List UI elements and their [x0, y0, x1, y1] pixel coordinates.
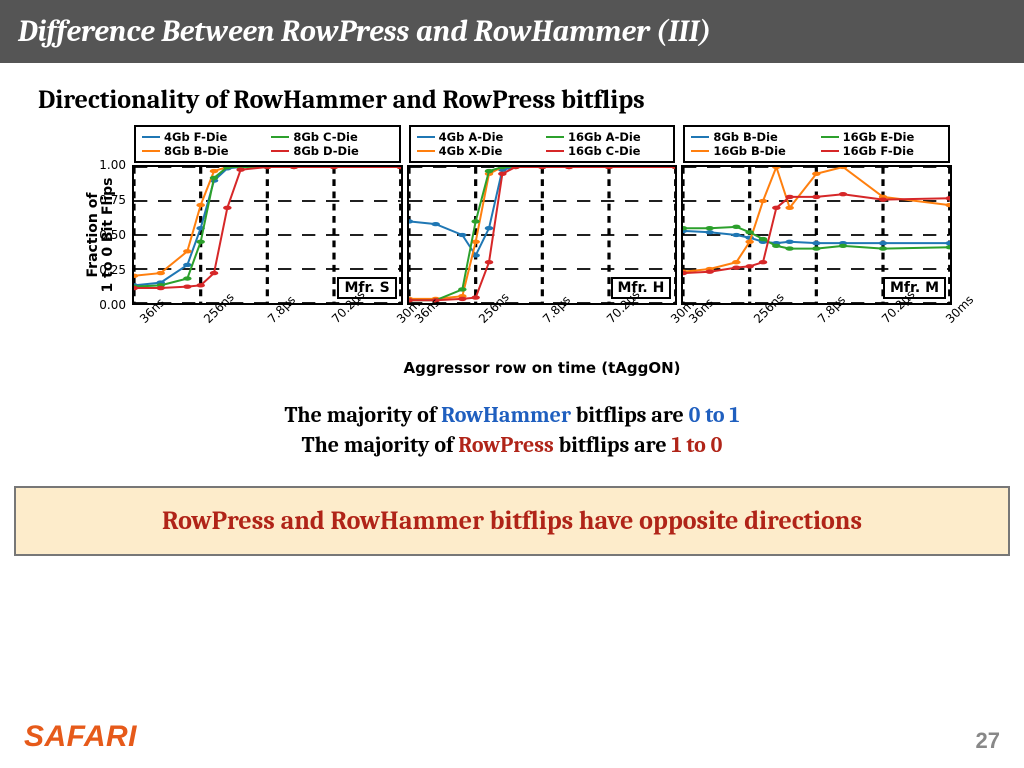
caption-rowhammer: RowHammer: [441, 402, 571, 428]
slide-subtitle: Directionality of RowHammer and RowPress…: [38, 85, 1024, 115]
plot-area: Mfr. M: [681, 165, 952, 305]
legend: 4Gb A-Die 16Gb A-Die 4Gb X-Die 16Gb C-Die: [409, 125, 676, 163]
legend-item: 4Gb X-Die: [417, 144, 538, 158]
x-ticks: 36ns256ns7.8µs70.2µs30ms: [683, 309, 950, 355]
legend-item: 4Gb F-Die: [142, 130, 263, 144]
x-ticks: 36ns256ns7.8µs70.2µs30ms: [409, 309, 676, 355]
caption-1to0: 1 to 0: [671, 432, 722, 458]
page-number: 27: [976, 728, 1000, 754]
chart-panel: 4Gb A-Die 16Gb A-Die 4Gb X-Die 16Gb C-Die Mf…: [407, 125, 678, 355]
legend-item: 16Gb A-Die: [546, 130, 667, 144]
legend-item: 16Gb C-Die: [546, 144, 667, 158]
caption-text: The majority of: [302, 432, 459, 458]
chart-panel: 8Gb B-Die 16Gb E-Die 16Gb B-Die 16Gb F-Die M…: [681, 125, 952, 355]
mfr-label: Mfr. S: [337, 277, 396, 299]
legend-item: 8Gb B-Die: [691, 130, 812, 144]
legend: 8Gb B-Die 16Gb E-Die 16Gb B-Die 16Gb F-Die: [683, 125, 950, 163]
charts-row: Fraction of1 to 0 Bit Flips 0.000.250.50…: [62, 125, 962, 377]
legend-item: 8Gb D-Die: [271, 144, 392, 158]
caption-text: bitflips are: [571, 402, 689, 428]
highlight-box: RowPress and RowHammer bitflips have opp…: [14, 486, 1010, 556]
legend: 4Gb F-Die 8Gb C-Die 8Gb B-Die 8Gb D-Die: [134, 125, 401, 163]
legend-item: 16Gb E-Die: [821, 130, 942, 144]
x-axis-label: Aggressor row on time (tAggON): [132, 359, 952, 377]
legend-item: 8Gb B-Die: [142, 144, 263, 158]
slide-title: Difference Between RowPress and RowHamme…: [0, 0, 1024, 63]
caption-text: bitflips are: [554, 432, 672, 458]
caption-text: The majority of: [285, 402, 442, 428]
legend-item: 4Gb A-Die: [417, 130, 538, 144]
x-ticks: 36ns256ns7.8µs70.2µs30ms: [134, 309, 401, 355]
caption-rowpress: RowPress: [458, 432, 554, 458]
safari-logo: SAFARI: [24, 720, 137, 754]
plot-area: Mfr. H: [407, 165, 678, 305]
caption-0to1: 0 to 1: [689, 402, 740, 428]
caption: The majority of RowHammer bitflips are 0…: [0, 401, 1024, 460]
legend-item: 16Gb B-Die: [691, 144, 812, 158]
chart-panel: 4Gb F-Die 8Gb C-Die 8Gb B-Die 8Gb D-Die Mfr.…: [132, 125, 403, 355]
legend-item: 8Gb C-Die: [271, 130, 392, 144]
plot-area: Mfr. S: [132, 165, 403, 305]
legend-item: 16Gb F-Die: [821, 144, 942, 158]
